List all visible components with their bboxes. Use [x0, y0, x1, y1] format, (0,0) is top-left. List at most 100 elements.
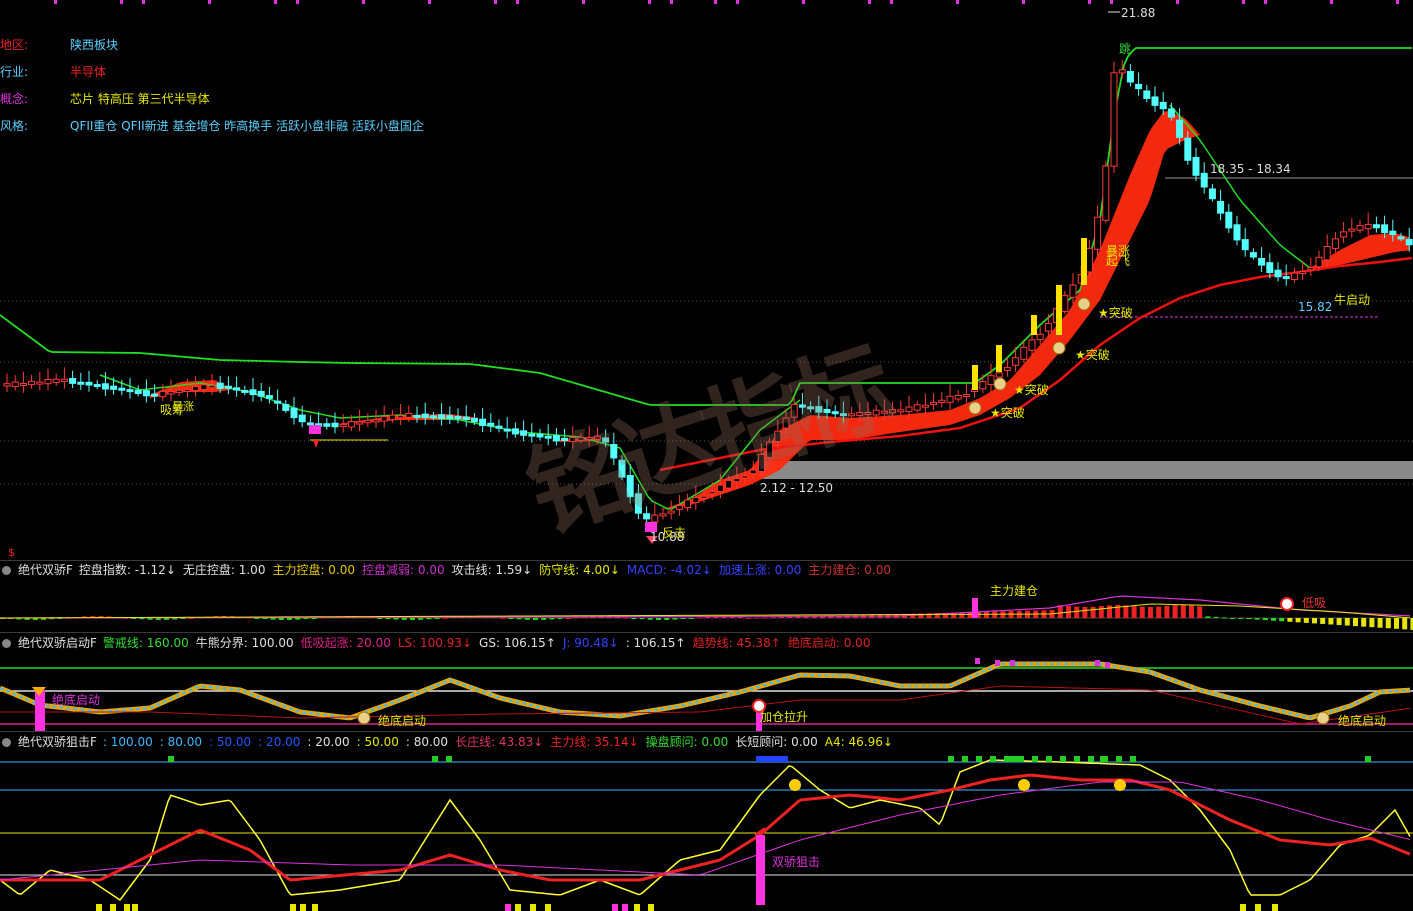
candle-body — [1044, 323, 1052, 332]
candle-body — [1307, 267, 1315, 271]
p1-bar — [377, 618, 383, 619]
indicator-name-1[interactable]: 绝代双骄F — [18, 563, 73, 577]
p1-bar — [992, 611, 998, 618]
p1-bar — [155, 618, 161, 620]
p2-item-3: LS: 100.93↓ — [397, 636, 473, 650]
candle-body — [1356, 225, 1364, 231]
candle-body — [19, 383, 27, 387]
candle-body — [921, 404, 929, 408]
indicator-values-3: : 100.00: 80.00: 50.00: 20.00: 20.00: 50… — [103, 735, 900, 749]
p3-bottom-marker — [545, 904, 551, 911]
p1-plus-icon — [1280, 597, 1294, 611]
candle-body — [290, 407, 298, 419]
candle-body — [380, 416, 388, 422]
top-marker — [1176, 0, 1179, 4]
p1-bar — [1369, 618, 1375, 628]
candle-body — [52, 378, 60, 383]
candle-body — [224, 385, 232, 389]
p1-bar — [1098, 606, 1104, 618]
candle-body — [44, 378, 52, 385]
candle-body — [987, 375, 995, 385]
p1-bar — [1336, 618, 1342, 626]
bottom-start-label-left: 绝底启动 — [52, 693, 101, 707]
counterattack-annotation: 反击 — [662, 526, 687, 540]
smiley-icon-0 — [789, 779, 801, 791]
indicator-bar-1[interactable]: 绝代双骄F 控盘指数: -1.12↓ 无庄控盘: 1.00 主力控盘: 0.00 控盘减… — [0, 562, 905, 578]
top-marker — [1330, 0, 1333, 4]
p1-bar — [393, 618, 399, 620]
candle-body — [1069, 284, 1077, 298]
candle-body — [1274, 269, 1282, 278]
concept-value[interactable]: 芯片 特高压 第三代半导体 — [70, 92, 210, 106]
candle-body — [388, 414, 396, 421]
p1-bar — [549, 618, 555, 620]
candle-body — [1249, 252, 1257, 258]
collapse-icon[interactable] — [2, 639, 11, 648]
candle-body — [298, 414, 306, 423]
candle-body — [954, 394, 962, 400]
candle-body — [1143, 90, 1151, 99]
p1-bar — [1303, 618, 1309, 623]
p3-bottom-marker — [300, 904, 306, 911]
region-label: 地区: — [0, 38, 29, 52]
top-marker — [1242, 0, 1245, 4]
p1-bar — [1213, 616, 1219, 618]
money-bag-icon-3 — [1077, 297, 1091, 311]
p1-bar — [1271, 618, 1276, 621]
p1-bar — [270, 618, 276, 620]
p1-bar — [1246, 618, 1252, 620]
industry-value[interactable]: 半导体 — [70, 65, 106, 79]
red-arrow-marker — [313, 440, 319, 448]
p1-bar — [623, 617, 629, 619]
candle-body — [339, 423, 347, 427]
money-bag-icon-0 — [968, 401, 982, 415]
style-value[interactable]: QFII重仓 QFII新进 基金增仓 昨高换手 活跃小盘非融 活跃小盘国企 — [70, 119, 424, 133]
p1-bar — [1090, 606, 1096, 618]
p1-bar — [254, 618, 260, 619]
p1-bar — [541, 618, 547, 620]
candle-body — [192, 386, 200, 392]
p1-bar — [1180, 605, 1186, 618]
collapse-icon[interactable] — [2, 738, 11, 747]
indicator-bar-2[interactable]: 绝代双骄启动F 警戒线: 160.00 牛熊分界: 100.00 低吸起涨: 20.0… — [0, 635, 884, 651]
indicator-name-3[interactable]: 绝代双骄狙击F — [18, 735, 97, 749]
p1-bar — [1131, 606, 1137, 618]
candle-body — [397, 415, 405, 419]
candle-body — [208, 385, 216, 389]
p1-bar — [664, 618, 670, 620]
p1-bar — [680, 618, 686, 620]
dollar-icon: $ — [8, 546, 15, 559]
p1-bar — [1328, 618, 1334, 625]
candle-body — [1176, 119, 1184, 138]
top-marker — [714, 0, 717, 4]
candle-body — [1397, 236, 1405, 240]
p1-bar — [1353, 618, 1358, 627]
indicator-name-2[interactable]: 绝代双骄启动F — [18, 636, 97, 650]
style-label: 风格: — [0, 119, 29, 133]
candle-body — [372, 419, 380, 423]
candle-body — [905, 406, 913, 413]
money-bag-icon-1 — [993, 377, 1007, 391]
p3-item-11: A4: 46.96↓ — [824, 735, 893, 749]
p3-bottom-marker — [634, 904, 640, 911]
top-marker — [582, 0, 585, 4]
candle-body — [946, 395, 954, 403]
candle-body — [1348, 228, 1356, 232]
candle-body — [421, 413, 429, 419]
p3-bottom-marker — [530, 904, 536, 911]
candle-body — [1135, 83, 1143, 90]
breakout-annotation-4: ★突破 — [990, 406, 1025, 420]
region-value[interactable]: 陕西板块 — [70, 38, 118, 52]
p1-bar — [1139, 606, 1145, 618]
p1-bar — [1172, 605, 1178, 618]
green-follow-line-2 — [1169, 104, 1311, 269]
p3-item-0: : 100.00 — [102, 735, 153, 749]
collapse-icon[interactable] — [2, 566, 11, 575]
candle-body — [1340, 231, 1348, 238]
p3-green-marker — [1130, 756, 1136, 762]
p3-green-marker-3 — [1010, 756, 1016, 762]
p1-bar — [557, 618, 563, 619]
indicator-bar-3[interactable]: 绝代双骄狙击F : 100.00: 80.00: 50.00: 20.00: 20… — [0, 734, 907, 750]
p1-bar — [1164, 605, 1170, 618]
p1-bar — [401, 618, 407, 620]
